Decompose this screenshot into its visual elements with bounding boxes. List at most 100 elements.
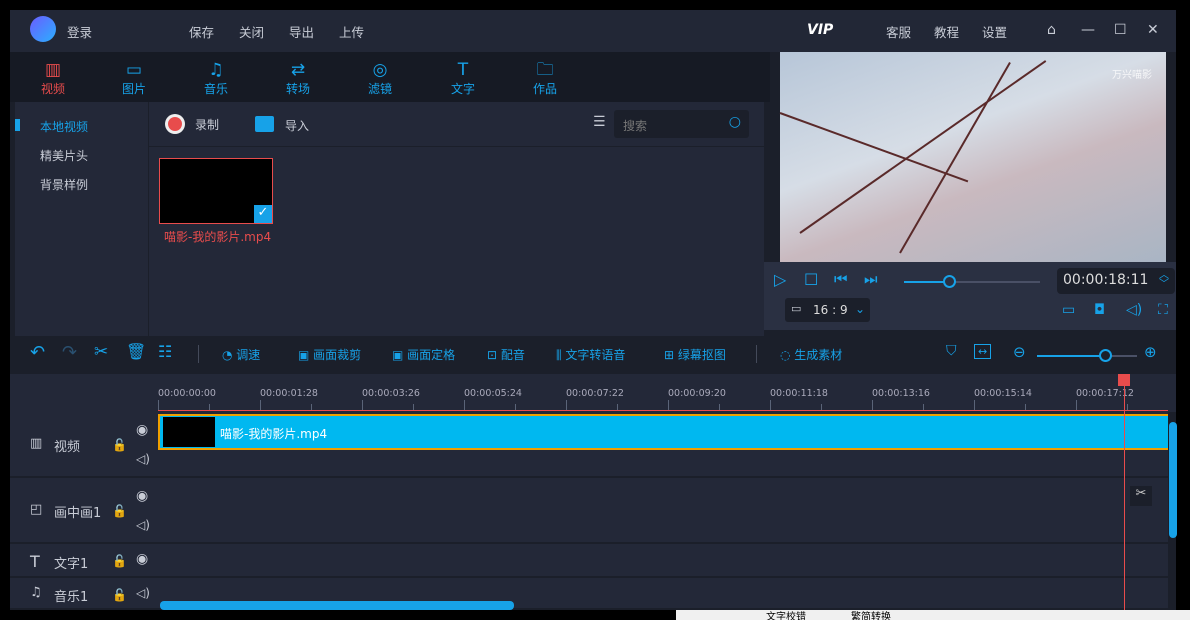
ruler-label: 00:00:09:20: [668, 388, 726, 399]
category-bar: ▥ 视频 ▭ 图片 ♫ 音乐 ⇄ 转场 ◎ 滤镜 T 文字 🗀 作品: [10, 52, 770, 102]
redo-icon[interactable]: ↷: [62, 342, 77, 363]
zoom-knob[interactable]: [1099, 349, 1112, 362]
ruler-label: 00:00:11:18: [770, 388, 828, 399]
split-scissors-icon[interactable]: ✂: [1130, 486, 1152, 506]
search-icon[interactable]: ○: [729, 114, 741, 130]
menu-support[interactable]: 客服: [886, 22, 911, 41]
tab-transition[interactable]: ⇄ 转场: [273, 60, 323, 97]
import-icon[interactable]: [255, 116, 274, 132]
aspect-ratio-select[interactable]: ▭ 16 : 9 ⌄: [785, 298, 870, 322]
ruler-label: 00:00:17:12: [1076, 388, 1134, 399]
dub-button[interactable]: ⊡ 配音: [487, 346, 525, 363]
zoom-out-icon[interactable]: ⊖: [1013, 343, 1026, 361]
lock-icon[interactable]: 🔓: [112, 588, 127, 602]
eye-icon[interactable]: ◉: [136, 422, 148, 438]
playback-knob[interactable]: [942, 275, 956, 288]
tab-music[interactable]: ♫ 音乐: [191, 60, 241, 97]
video-clip[interactable]: 喵影-我的影片.mp4: [158, 414, 1168, 450]
vertical-scrollbar[interactable]: [1169, 422, 1177, 538]
track-row-text[interactable]: [158, 544, 1168, 578]
vip-button[interactable]: VIP: [807, 22, 833, 38]
minimize-icon[interactable]: —: [1081, 22, 1095, 38]
tab-filter[interactable]: ◎ 滤镜: [355, 60, 405, 97]
ruler-tick: [158, 400, 159, 410]
volume-icon[interactable]: ◁): [1126, 302, 1142, 318]
zoom-in-icon[interactable]: ⊕: [1144, 343, 1157, 361]
menu-save[interactable]: 保存: [189, 22, 214, 41]
image-icon: ▭: [125, 60, 143, 80]
timecode-display[interactable]: 00:00:18:11 ︿ ﹀: [1057, 268, 1175, 294]
crop-button[interactable]: ▣ 画面裁剪: [298, 346, 361, 363]
stepper-icon[interactable]: ︿ ﹀: [1159, 271, 1169, 290]
playhead-line[interactable]: [1124, 374, 1125, 610]
maximize-icon[interactable]: ☐: [1114, 22, 1127, 38]
menu-upload[interactable]: 上传: [339, 22, 364, 41]
media-thumbnail[interactable]: ✓: [159, 158, 273, 224]
ruler-label: 00:00:15:14: [974, 388, 1032, 399]
fit-timeline-icon[interactable]: ↔: [974, 344, 992, 359]
sidebar-item-background[interactable]: 背景样例: [40, 176, 88, 193]
horizontal-scrollbar[interactable]: [160, 601, 514, 610]
sidebar-item-local-video[interactable]: 本地视频: [40, 118, 88, 135]
import-button[interactable]: 导入: [285, 117, 309, 134]
record-icon[interactable]: [165, 114, 185, 134]
track-row-video[interactable]: 喵影-我的影片.mp4: [158, 412, 1168, 478]
camera-icon[interactable]: ◘: [1094, 302, 1105, 318]
record-button[interactable]: 录制: [195, 116, 219, 133]
track-header-text: T 文字1 🔓 ◉: [10, 544, 158, 578]
track-row-pip[interactable]: [158, 478, 1168, 544]
close-icon[interactable]: ✕: [1147, 22, 1159, 38]
greenscreen-button[interactable]: ⊞ 绿幕抠图: [664, 346, 726, 363]
tab-image[interactable]: ▭ 图片: [109, 60, 159, 97]
lock-icon[interactable]: 🔓: [112, 438, 127, 452]
eye-icon[interactable]: ◉: [136, 551, 148, 567]
timeline-ruler[interactable]: 00:00:00:00 00:00:01:28 00:00:03:26 00:00:0…: [10, 374, 1176, 412]
edit-toolbar: ↶ ↷ ✂ 🗑 ☷ ◔ 调速 ▣ 画面裁剪 ▣ 画面定格 ⊡ 配音 ⫼ 文字转语…: [10, 336, 1176, 374]
checkbox-checked[interactable]: ✓: [254, 205, 272, 223]
menu-tutorial[interactable]: 教程: [934, 22, 959, 41]
playback-slider[interactable]: [904, 275, 1040, 288]
app-window: 登录 保存 关闭 导出 上传 VIP 客服 教程 设置 ⌂ — ☐ ✕ ▥ 视频 …: [10, 10, 1177, 610]
delete-icon[interactable]: 🗑: [126, 342, 146, 361]
stop-icon[interactable]: ☐: [804, 270, 818, 289]
speed-button[interactable]: ◔ 调速: [222, 346, 260, 363]
lock-icon[interactable]: 🔓: [112, 554, 127, 568]
undo-icon[interactable]: ↶: [30, 342, 45, 363]
audio-icon[interactable]: ◁): [136, 518, 150, 532]
monitor-icon: ▭: [791, 302, 802, 315]
sidebar-item-intro[interactable]: 精美片头: [40, 147, 88, 164]
play-icon[interactable]: ▷: [774, 270, 786, 289]
fullscreen-icon[interactable]: ⛶: [1158, 302, 1168, 318]
login-link[interactable]: 登录: [67, 22, 92, 41]
avatar[interactable]: [30, 16, 56, 42]
timeline-tracks: ▥ 视频 🔓 ◉ ◁) 喵影-我的影片.mp4 ◰ 画中画1 🔓 ◉ ◁) T …: [10, 374, 1177, 610]
scissors-icon[interactable]: ✂: [94, 342, 108, 362]
tts-button[interactable]: ⫼ 文字转语音: [556, 346, 625, 363]
tab-text[interactable]: T 文字: [438, 60, 488, 97]
audio-icon[interactable]: ◁): [136, 586, 150, 600]
home-icon[interactable]: ⌂: [1047, 22, 1056, 38]
media-panel: 录制 导入 ☰ 搜索 ○ ✓ 喵影-我的影片.mp4: [149, 102, 764, 338]
active-indicator: [15, 119, 20, 131]
media-item-name[interactable]: 喵影-我的影片.mp4: [164, 228, 271, 245]
sidebar: 本地视频 精美片头 背景样例: [15, 102, 148, 338]
marker-icon[interactable]: ⛉: [946, 343, 957, 359]
generate-material-button[interactable]: ◌ 生成素材: [780, 346, 842, 363]
tab-works[interactable]: 🗀 作品: [520, 60, 570, 97]
audio-icon[interactable]: ◁): [136, 452, 150, 466]
watermark: 万兴喵影: [1112, 70, 1152, 81]
prev-frame-icon[interactable]: ⏮: [834, 270, 848, 288]
render-preview-icon[interactable]: ▭: [1062, 302, 1075, 318]
settings-list-icon[interactable]: ☷: [158, 342, 172, 361]
menu-export[interactable]: 导出: [289, 22, 314, 41]
zoom-slider[interactable]: [1037, 349, 1137, 362]
next-frame-icon[interactable]: ⏭: [864, 270, 878, 288]
menu-close[interactable]: 关闭: [239, 22, 264, 41]
search-input[interactable]: 搜索 ○: [614, 110, 749, 138]
sort-icon[interactable]: ☰: [593, 114, 606, 130]
menu-settings[interactable]: 设置: [982, 22, 1007, 41]
freeze-frame-button[interactable]: ▣ 画面定格: [392, 346, 455, 363]
eye-icon[interactable]: ◉: [136, 488, 148, 504]
lock-icon[interactable]: 🔓: [112, 504, 127, 518]
tab-video[interactable]: ▥ 视频: [28, 60, 78, 97]
